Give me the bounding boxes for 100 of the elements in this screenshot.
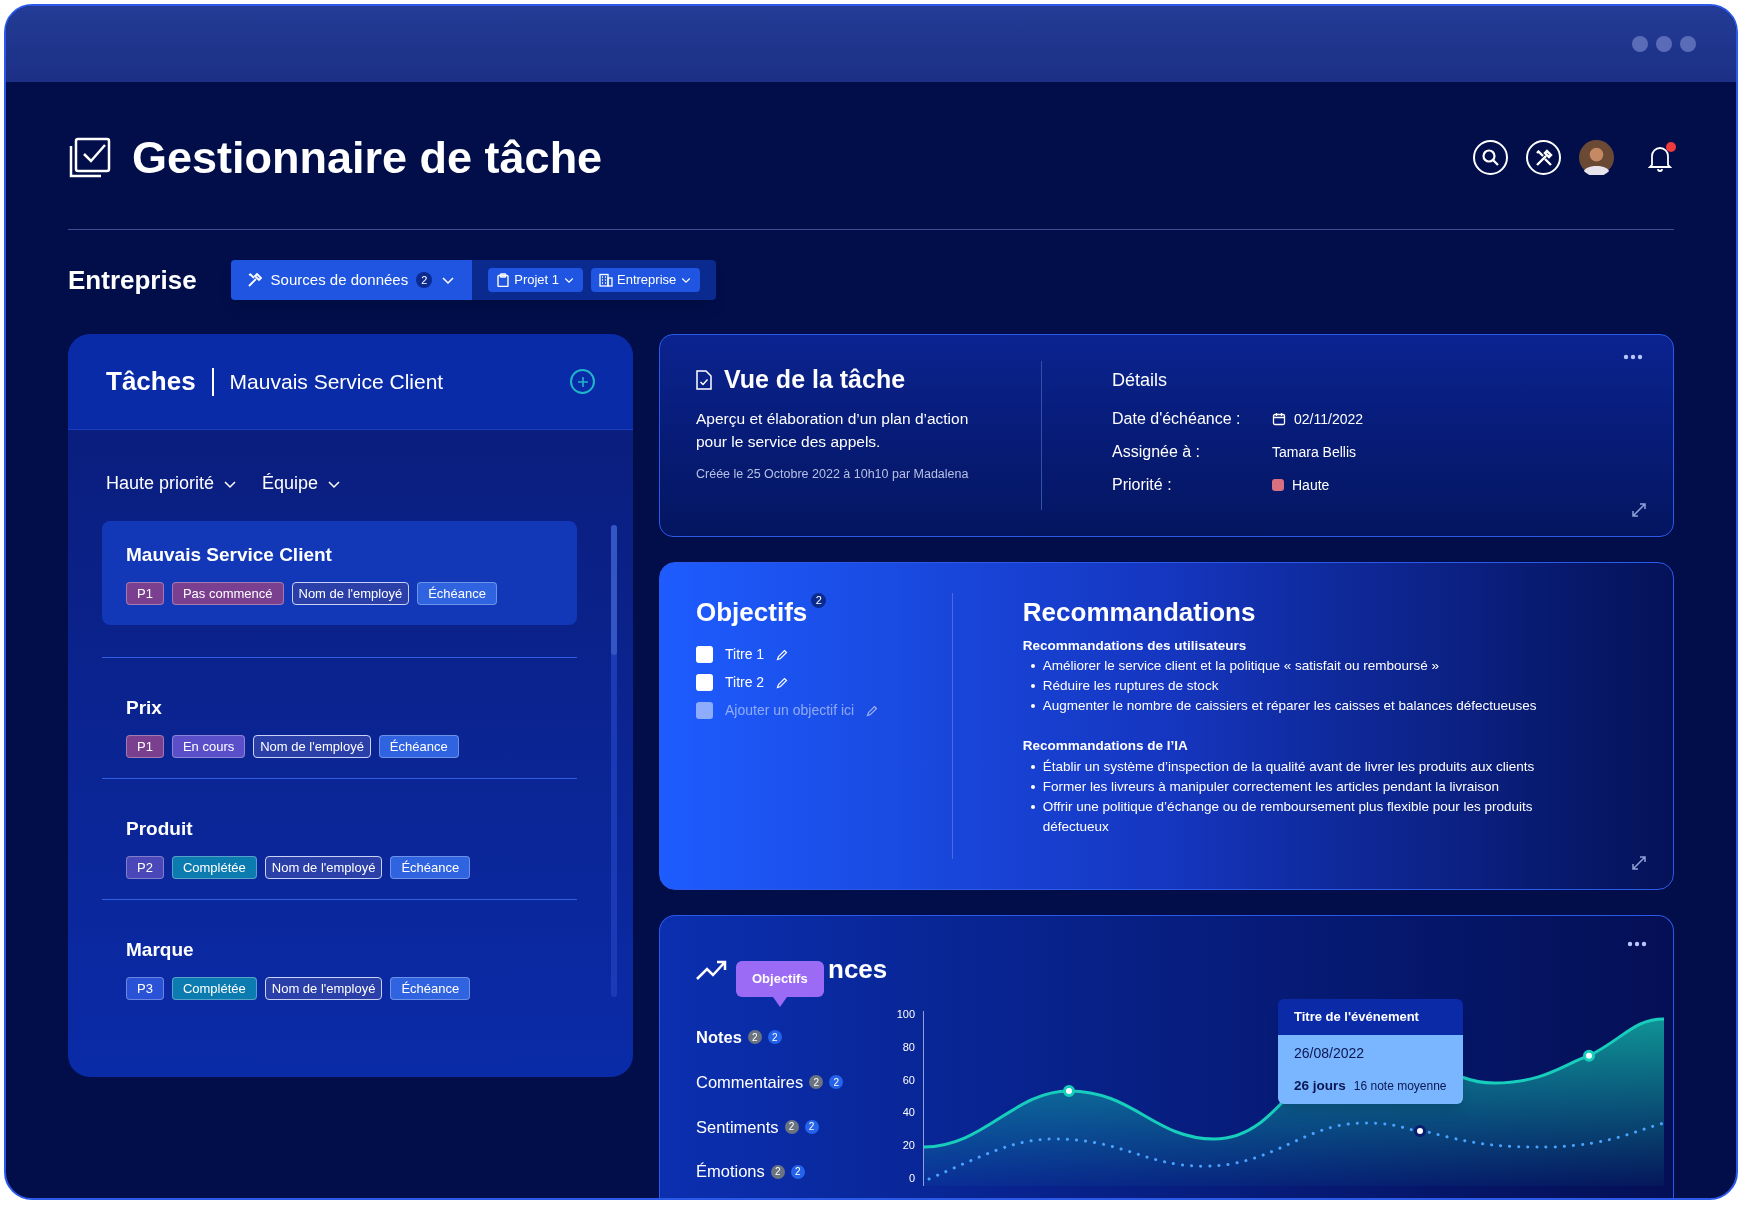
filter-dropdown[interactable]: Entreprise [591,268,701,292]
scrollbar-thumb[interactable] [611,525,617,655]
add-button[interactable] [570,369,595,394]
count-badge: 2 [784,1119,799,1134]
bullet-icon [1030,704,1035,709]
employee-tag: Nom de l'employé [264,976,383,1000]
filter-label: Sources de données [270,269,409,290]
card-title: Vue de la tâche [724,364,906,395]
bullet-icon [1030,764,1035,769]
filter-label: Entreprise [617,271,677,290]
metric-tab[interactable]: Commentaires [696,1069,804,1095]
app-title: Gestionnaire de tâche [132,130,603,185]
detail-label: Assignée à : [1112,442,1202,462]
data-sources-dropdown[interactable]: Sources de données 2 [230,260,473,300]
detail-label: Priorité : [1112,475,1173,495]
checkbox[interactable] [696,702,713,719]
axis-label: 100 [896,1009,915,1020]
bullet-icon [1030,784,1035,789]
task-card[interactable]: Produit P2 Complétée Nom de l'employé Échéance [102,795,577,899]
task-card[interactable]: Marque P3 Complétée Nom de l'employé Échéance [102,916,577,1020]
objective-label[interactable]: Titre 1 [725,644,765,665]
event-note: 16 note moyenne [1353,1077,1447,1095]
chart-point[interactable] [1583,1049,1595,1062]
recommendation-item: Améliorer le service client et la politique « satisfait ou remboursé » [1042,657,1439,676]
objective-label[interactable]: Titre 2 [725,672,765,693]
recommendation-item: Augmenter le nombre de caissiers et réparer les caisses et balances défectueuses [1042,697,1537,716]
task-title: Mauvais Service Client [126,543,333,567]
task-tag: Complétée [171,855,257,879]
search-button[interactable] [1473,140,1508,175]
clipboard-icon [496,273,511,287]
chart-point[interactable] [1063,1085,1075,1097]
tools-button[interactable] [1526,140,1561,175]
plus-icon [576,375,589,388]
filter-label: Projet 1 [514,271,560,290]
filter-dropdown[interactable]: Projet 1 [488,268,584,292]
group-heading: Recommandations des utilisateurs [1022,637,1248,655]
count-badge: 2 [416,272,433,288]
avatar[interactable] [1579,140,1614,175]
task-tag: Échéance [390,976,471,1000]
metric-tab[interactable]: Notes [696,1025,742,1050]
axis-label: 20 [902,1140,915,1152]
tooltip: Objectifs [736,961,824,1007]
expand-icon[interactable] [1631,502,1647,518]
panel-title: Tâches [106,365,196,398]
event-title: Titre de l'événement [1278,999,1463,1035]
count-badge: 2 [811,593,827,608]
axis-label: 80 [902,1041,915,1053]
search-icon [1480,147,1501,168]
group-heading: Recommandations de l’IA [1022,737,1189,756]
filter-dropdown[interactable]: Équipe [262,470,343,497]
employee-tag: Nom de l'employé [253,734,371,758]
count-badge: 2 [770,1164,785,1179]
count-badge: 2 [804,1119,819,1134]
detail-value: Tamara Bellis [1272,442,1357,462]
task-tag: P2 [126,855,164,879]
expand-icon[interactable] [1631,855,1647,871]
detail-value: 02/11/2022 [1294,409,1364,429]
chart-point[interactable] [1414,1125,1426,1137]
metric-tab[interactable]: Émotions [696,1159,765,1184]
task-tag: Échéance [378,734,459,758]
count-badge: 2 [790,1164,805,1179]
task-title: Prix [126,696,163,720]
detail-label: Date d'échéance : [1112,409,1242,429]
count-badge: 2 [809,1075,824,1090]
task-tag: P1 [126,581,164,605]
scrollbar-track[interactable] [611,525,617,997]
bullet-icon [1030,664,1035,669]
building-icon [599,273,614,287]
document-icon [696,369,712,390]
more-icon[interactable] [1623,353,1643,361]
checkbox[interactable] [696,674,713,691]
section-title: Entreprise [68,263,197,297]
task-description: Aperçu et élaboration d’un plan d’action pour le service des appels. [696,408,970,452]
recommendation-item: Réduire les ruptures de stock [1042,677,1219,696]
task-tag: P3 [126,976,164,1000]
recommendation-item: Établir un système d’inspection de la qualité avant de livrer les produits aux clients [1042,757,1535,776]
checkbox[interactable] [696,646,713,663]
filter-dropdown[interactable]: Haute priorité [106,470,239,497]
axis-label: 60 [902,1074,915,1086]
count-badge: 2 [767,1030,782,1045]
card-title: Recommandations [1022,596,1257,629]
task-tag: En cours [171,734,246,758]
card-title: nces [828,953,888,986]
created-note: Créée le 25 Octobre 2022 à 10h10 par Madalena [696,465,970,483]
task-card[interactable]: Prix P1 En cours Nom de l'employé Échéance [102,674,577,778]
details-title: Détails [1112,369,1169,392]
tools-icon [246,272,263,288]
more-icon[interactable] [1627,940,1647,948]
metric-tab[interactable]: Sentiments [696,1114,779,1140]
panel-subtitle: Mauvais Service Client [229,368,444,395]
detail-value: Haute [1292,475,1330,495]
task-card[interactable]: Mauvais Service Client P1 Pas commencé Nom de l'employé Échéance [102,521,577,625]
employee-tag: Nom de l'employé [291,581,410,605]
task-tag: Complétée [171,976,257,1000]
count-badge: 2 [747,1030,762,1045]
event-date: 26/08/2022 [1294,1043,1366,1063]
task-tag: P1 [126,734,164,758]
task-tag: Pas commencé [171,581,284,605]
pencil-icon[interactable] [866,704,879,717]
trend-up-icon [696,958,728,981]
